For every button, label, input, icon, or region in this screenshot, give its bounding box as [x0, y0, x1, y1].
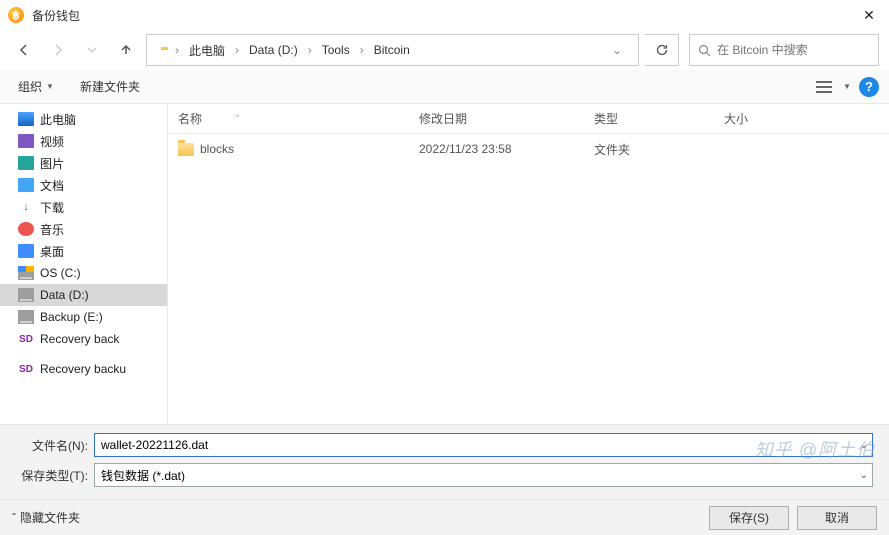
sidebar-item-label: Data (D:) — [40, 288, 89, 302]
sidebar-item-label: Recovery backu — [40, 362, 126, 376]
sidebar-item-label: OS (C:) — [40, 266, 81, 280]
footer: ˆ 隐藏文件夹 保存(S) 取消 — [0, 499, 889, 535]
bitcoin-icon: ฿ — [8, 7, 24, 23]
document-icon — [18, 178, 34, 192]
music-icon — [18, 222, 34, 236]
crumb-root[interactable]: 此电脑 — [185, 40, 229, 61]
filename-input[interactable] — [101, 438, 866, 452]
column-name[interactable]: 名称ˆ — [168, 110, 409, 127]
new-folder-button[interactable]: 新建文件夹 — [72, 74, 148, 99]
filetype-input[interactable] — [101, 468, 866, 482]
drive-icon — [18, 266, 34, 280]
file-pane: 名称ˆ 修改日期 类型 大小 blocks 2022/11/23 23:58 文… — [168, 104, 889, 424]
chevron-up-icon: ˆ — [12, 511, 16, 525]
sidebar-item-pictures[interactable]: 图片 — [0, 152, 167, 174]
crumb-folder1[interactable]: Tools — [318, 41, 354, 59]
drive-icon — [18, 288, 34, 302]
sidebar-item-label: 视频 — [40, 133, 64, 150]
back-button[interactable] — [10, 36, 38, 64]
chevron-down-icon[interactable]: ⌄ — [860, 440, 868, 451]
sidebar-item-label: 音乐 — [40, 221, 64, 238]
video-icon — [18, 134, 34, 148]
sidebar-item-recovery-2[interactable]: SD Recovery backu — [0, 358, 167, 380]
chevron-down-icon[interactable]: ⌄ — [860, 470, 868, 481]
column-size[interactable]: 大小 — [714, 110, 794, 127]
sidebar-item-label: 图片 — [40, 155, 64, 172]
window-title: 备份钱包 — [32, 7, 80, 24]
picture-icon — [18, 156, 34, 170]
sidebar-item-label: 文档 — [40, 177, 64, 194]
filename-label: 文件名(N): — [16, 437, 88, 454]
chevron-right-icon: › — [173, 43, 181, 57]
sidebar-item-documents[interactable]: 文档 — [0, 174, 167, 196]
view-options-dropdown[interactable]: ▼ — [843, 82, 851, 91]
folder-icon — [178, 143, 194, 156]
refresh-button[interactable] — [645, 34, 679, 66]
file-type: 文件夹 — [584, 141, 714, 158]
chevron-right-icon: › — [358, 43, 366, 57]
chevron-down-icon: ▼ — [46, 82, 54, 91]
toolbar: 组织▼ 新建文件夹 ▼ ? — [0, 70, 889, 104]
search-input[interactable] — [717, 43, 872, 57]
chevron-right-icon: › — [306, 43, 314, 57]
search-icon — [698, 44, 711, 57]
sidebar-item-recovery-1[interactable]: SD Recovery back — [0, 328, 167, 350]
address-dropdown[interactable]: ⌄ — [602, 43, 632, 57]
sidebar-item-music[interactable]: 音乐 — [0, 218, 167, 240]
sidebar-item-this-pc[interactable]: 此电脑 — [0, 108, 167, 130]
sd-icon: SD — [18, 332, 34, 346]
filename-field[interactable]: ⌄ — [94, 433, 873, 457]
filetype-label: 保存类型(T): — [16, 467, 88, 484]
search-box[interactable] — [689, 34, 879, 66]
column-headers: 名称ˆ 修改日期 类型 大小 — [168, 104, 889, 134]
crumb-drive[interactable]: Data (D:) — [245, 41, 302, 59]
column-date[interactable]: 修改日期 — [409, 110, 584, 127]
help-button[interactable]: ? — [859, 77, 879, 97]
hide-folders-toggle[interactable]: ˆ 隐藏文件夹 — [12, 509, 80, 526]
sidebar-item-drive-e[interactable]: Backup (E:) — [0, 306, 167, 328]
sidebar-item-label: Backup (E:) — [40, 310, 103, 324]
sidebar-item-drive-d[interactable]: Data (D:) — [0, 284, 167, 306]
crumb-folder2[interactable]: Bitcoin — [370, 41, 414, 59]
save-button[interactable]: 保存(S) — [709, 506, 789, 530]
sidebar-item-label: 此电脑 — [40, 111, 76, 128]
nav-row: › 此电脑 › Data (D:) › Tools › Bitcoin ⌄ — [0, 30, 889, 70]
sd-icon: SD — [18, 362, 34, 376]
close-button[interactable]: ✕ — [849, 0, 889, 30]
file-name: blocks — [200, 142, 234, 156]
forward-button[interactable] — [44, 36, 72, 64]
desktop-icon — [18, 244, 34, 258]
download-icon: ↓ — [18, 200, 34, 214]
sidebar-item-label: 桌面 — [40, 243, 64, 260]
chevron-right-icon: › — [233, 43, 241, 57]
sort-asc-icon: ˆ — [236, 114, 239, 124]
drive-icon — [18, 310, 34, 324]
recent-dropdown[interactable] — [78, 36, 106, 64]
title-bar: ฿ 备份钱包 ✕ — [0, 0, 889, 30]
organize-button[interactable]: 组织▼ — [10, 74, 62, 99]
address-bar[interactable]: › 此电脑 › Data (D:) › Tools › Bitcoin ⌄ — [146, 34, 639, 66]
sidebar-item-label: 下载 — [40, 199, 64, 216]
filetype-field[interactable]: ⌄ — [94, 463, 873, 487]
sidebar-item-label: Recovery back — [40, 332, 119, 346]
up-button[interactable] — [112, 36, 140, 64]
main-area: 此电脑 视频 图片 文档 ↓ 下载 音乐 桌面 OS (C:) Data (D:)… — [0, 104, 889, 424]
view-options-button[interactable] — [813, 76, 835, 98]
file-row[interactable]: blocks 2022/11/23 23:58 文件夹 — [168, 134, 889, 164]
sidebar-item-videos[interactable]: 视频 — [0, 130, 167, 152]
sidebar: 此电脑 视频 图片 文档 ↓ 下载 音乐 桌面 OS (C:) Data (D:)… — [0, 104, 168, 424]
pc-icon — [18, 112, 34, 126]
cancel-button[interactable]: 取消 — [797, 506, 877, 530]
file-date: 2022/11/23 23:58 — [409, 142, 584, 156]
sidebar-item-desktop[interactable]: 桌面 — [0, 240, 167, 262]
save-form: 文件名(N): ⌄ 保存类型(T): ⌄ — [0, 424, 889, 499]
sidebar-item-downloads[interactable]: ↓ 下载 — [0, 196, 167, 218]
column-type[interactable]: 类型 — [584, 110, 714, 127]
sidebar-item-drive-c[interactable]: OS (C:) — [0, 262, 167, 284]
